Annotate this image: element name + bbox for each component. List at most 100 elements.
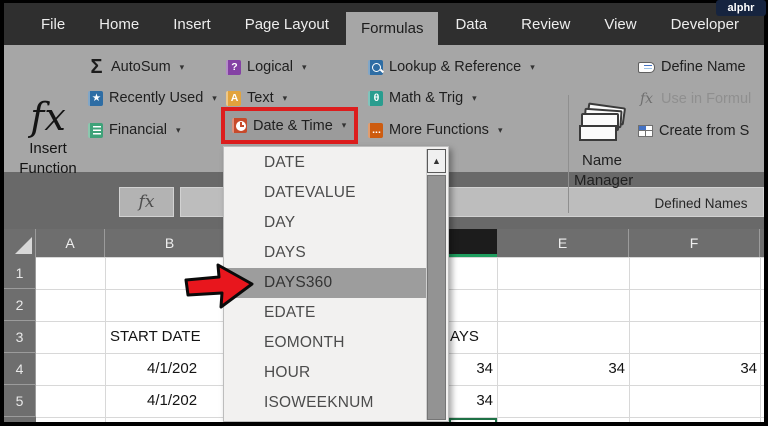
red-arrow-annotation: [184, 263, 254, 309]
clock-icon: [232, 118, 247, 133]
chevron-down-icon: ▾: [212, 92, 217, 103]
menu-item-eomonth[interactable]: EOMONTH: [225, 328, 427, 358]
chevron-down-icon: ▾: [497, 124, 503, 135]
fx-pencil-icon: fx: [639, 91, 654, 107]
name-manager-label2: Manager: [574, 172, 634, 189]
frame-border: [764, 0, 768, 426]
row-header-5[interactable]: 5: [4, 385, 36, 417]
name-manager-button[interactable]: Name Manager: [574, 99, 634, 191]
logical-button[interactable]: ? Logical ▾: [226, 56, 306, 78]
menu-item-datevalue[interactable]: DATEVALUE: [225, 178, 427, 208]
insert-function-label: Insert: [29, 140, 67, 157]
cell-b5[interactable]: 4/1/202: [147, 385, 197, 417]
autosum-button[interactable]: Σ AutoSum ▾: [88, 56, 184, 78]
excel-window: File Home Insert Page Layout Formulas Da…: [0, 0, 768, 426]
dots-icon: ...: [368, 122, 383, 138]
scrollbar-thumb[interactable]: [427, 175, 446, 420]
menu-item-date[interactable]: DATE: [225, 148, 427, 178]
sigma-icon: Σ: [90, 55, 103, 78]
date-time-button[interactable]: Date & Time ▾: [225, 111, 354, 140]
tab-insert[interactable]: Insert: [156, 3, 228, 45]
name-manager-label: Name: [581, 152, 622, 169]
name-tags-icon: [574, 99, 630, 145]
column-header-f[interactable]: F: [629, 229, 760, 257]
tab-file[interactable]: File: [24, 3, 82, 45]
chevron-down-icon: ▾: [179, 61, 185, 72]
text-label: Text: [247, 90, 274, 106]
use-in-formula-button[interactable]: fx Use in Formul: [638, 89, 751, 109]
cell-b4[interactable]: 4/1/202: [147, 353, 197, 385]
gridline: [497, 257, 498, 426]
date-time-label: Date & Time: [253, 117, 333, 134]
tab-formulas[interactable]: Formulas: [345, 12, 439, 45]
cell-d5[interactable]: 34: [449, 385, 493, 417]
math-trig-label: Math & Trig: [389, 90, 464, 106]
up-arrow-icon: ▲: [432, 156, 441, 166]
ledger-icon: [88, 122, 103, 138]
magnifier-icon: [368, 59, 383, 75]
highlight-rectangle: Date & Time ▾: [221, 107, 358, 144]
lookup-reference-button[interactable]: Lookup & Reference ▾: [368, 56, 535, 78]
recently-used-label: Recently Used: [109, 90, 204, 106]
row-header-4[interactable]: 4: [4, 353, 36, 385]
frame-border: [0, 0, 768, 3]
insert-function-fx-button[interactable]: fx: [119, 187, 174, 217]
frame-border: [0, 0, 4, 426]
column-header-d-selected[interactable]: [449, 229, 497, 257]
tab-page-layout[interactable]: Page Layout: [228, 3, 346, 45]
text-button[interactable]: A Text ▾: [226, 87, 287, 109]
lookup-reference-label: Lookup & Reference: [389, 59, 522, 75]
define-name-label: Define Name: [661, 59, 746, 75]
tab-review[interactable]: Review: [504, 3, 587, 45]
menu-item-hour[interactable]: HOUR: [225, 358, 427, 388]
fx-icon: fx: [30, 95, 66, 139]
column-header-b[interactable]: B: [105, 229, 235, 257]
more-functions-button[interactable]: ... More Functions ▾: [368, 119, 502, 141]
menu-item-isoweeknum[interactable]: ISOWEEKNUM: [225, 388, 427, 418]
cell-f4[interactable]: 34: [629, 353, 757, 385]
star-icon: ★: [88, 90, 103, 106]
chevron-down-icon: ▾: [176, 124, 181, 135]
tab-view[interactable]: View: [587, 3, 653, 45]
chevron-down-icon: ▾: [301, 61, 307, 72]
logical-label: Logical: [247, 59, 293, 75]
defined-names-group-label: Defined Names: [654, 196, 748, 211]
column-header-e[interactable]: E: [497, 229, 629, 257]
column-header-a[interactable]: A: [36, 229, 105, 257]
create-from-selection-button[interactable]: Create from S: [638, 121, 749, 141]
question-icon: ?: [226, 59, 241, 75]
row-header-1[interactable]: 1: [4, 257, 36, 289]
chevron-down-icon: ▾: [282, 92, 288, 103]
insert-function-button[interactable]: fx Insert Function: [12, 95, 84, 193]
gridline: [760, 257, 761, 426]
chevron-down-icon: ▾: [472, 92, 477, 103]
tab-home[interactable]: Home: [82, 3, 156, 45]
cell-b3[interactable]: START DATE: [110, 321, 201, 353]
cell-e4[interactable]: 34: [497, 353, 625, 385]
recently-used-button[interactable]: ★ Recently Used ▾: [88, 87, 217, 109]
row-header-2[interactable]: 2: [4, 289, 36, 321]
menu-scrollbar[interactable]: ▲: [426, 149, 446, 420]
ribbon-tab-bar: File Home Insert Page Layout Formulas Da…: [4, 3, 764, 45]
tab-data[interactable]: Data: [438, 3, 504, 45]
more-functions-label: More Functions: [389, 122, 489, 138]
define-name-button[interactable]: Define Name: [638, 57, 746, 77]
use-in-formula-label: Use in Formul: [661, 91, 752, 107]
financial-button[interactable]: Financial ▾: [88, 119, 181, 141]
ribbon-group-divider: [568, 95, 569, 213]
select-all-button[interactable]: [4, 229, 36, 257]
select-all-triangle-icon: [15, 237, 32, 254]
row-header-3[interactable]: 3: [4, 321, 36, 353]
chevron-down-icon: ▾: [341, 120, 347, 130]
cell-d3-partial[interactable]: AYS: [450, 321, 479, 353]
menu-item-day[interactable]: DAY: [225, 208, 427, 238]
selection-grid-icon: [638, 125, 653, 137]
insert-function-label2: Function: [19, 160, 77, 177]
cell-d4[interactable]: 34: [449, 353, 493, 385]
financial-label: Financial: [109, 122, 168, 138]
math-trig-button[interactable]: θ Math & Trig ▾: [368, 87, 477, 109]
row-header-column: 1 2 3 4 5: [4, 257, 36, 426]
gridline: [629, 257, 630, 426]
scroll-up-button[interactable]: ▲: [427, 149, 446, 173]
frame-border: [0, 422, 768, 426]
